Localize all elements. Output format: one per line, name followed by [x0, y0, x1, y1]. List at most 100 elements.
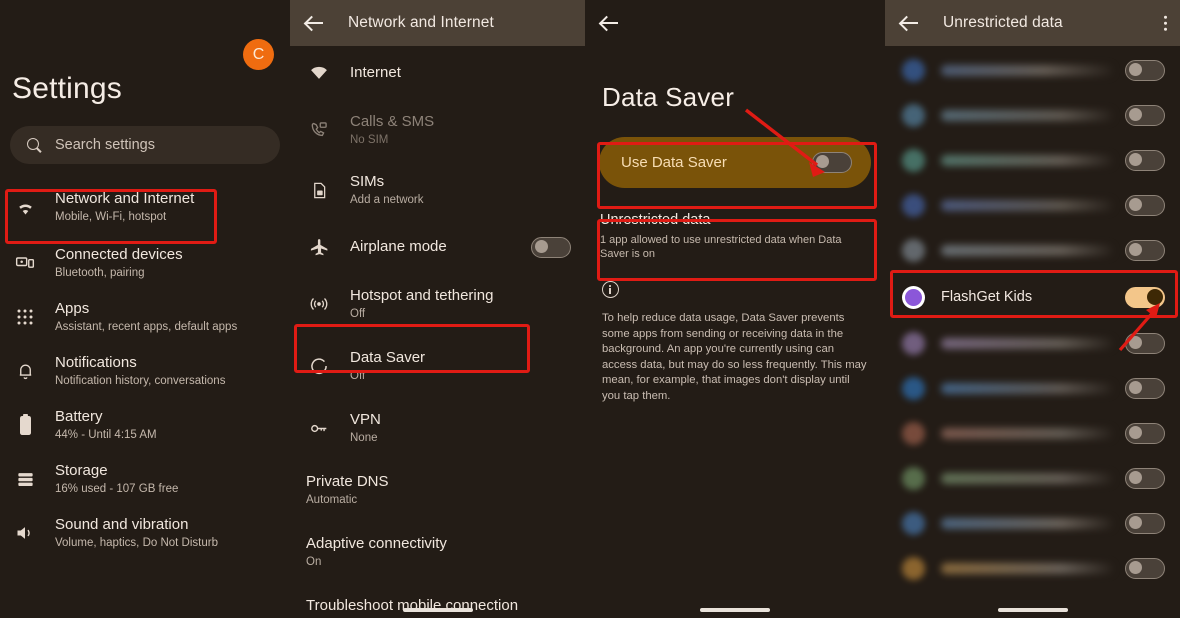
network-item-sims[interactable]: SIMs Add a network	[290, 160, 585, 220]
sidebar-item-sub: Volume, haptics, Do Not Disturb	[55, 537, 218, 549]
search-icon	[27, 137, 42, 153]
app-toggle[interactable]	[1125, 150, 1165, 171]
sidebar-item-notifications[interactable]: Notifications Notification history, conv…	[0, 344, 290, 398]
network-item-sub: Off	[350, 370, 366, 382]
avatar[interactable]: C	[243, 39, 274, 70]
app-toggle[interactable]	[1125, 60, 1165, 81]
sidebar-item-label: Storage	[55, 462, 108, 479]
app-icon	[902, 467, 925, 490]
search-placeholder: Search settings	[55, 137, 155, 153]
list-item[interactable]	[885, 456, 1180, 501]
list-item[interactable]	[885, 411, 1180, 456]
list-item[interactable]	[885, 501, 1180, 546]
data-saver-description: To help reduce data usage, Data Saver pr…	[602, 312, 867, 402]
app-toggle[interactable]	[1125, 513, 1165, 534]
data-saver-panel: Data Saver Use Data Saver Unrestricted d…	[585, 0, 885, 618]
list-item[interactable]	[885, 366, 1180, 411]
list-item-flashget-kids[interactable]: FlashGet Kids	[885, 273, 1180, 321]
list-item[interactable]	[885, 93, 1180, 138]
unrestricted-app-list: FlashGet Kids	[885, 46, 1180, 591]
list-item[interactable]	[885, 48, 1180, 93]
unrestricted-data-title: Unrestricted data	[600, 212, 711, 228]
app-name-blurred	[941, 200, 1113, 211]
network-item-troubleshoot-mobile-connection[interactable]: Troubleshoot mobile connection Tips for …	[290, 582, 585, 618]
network-item-vpn[interactable]: VPN None	[290, 398, 585, 458]
network-item-sub: Add a network	[350, 194, 424, 206]
sidebar-item-sub: Assistant, recent apps, default apps	[55, 321, 238, 333]
app-icon	[902, 512, 925, 535]
storage-icon	[13, 470, 37, 489]
bell-icon	[13, 362, 37, 381]
back-arrow-icon[interactable]	[899, 12, 921, 34]
sidebar-item-label: Notifications	[55, 354, 137, 371]
sidebar-item-sub: 44% - Until 4:15 AM	[55, 429, 157, 441]
back-arrow-icon[interactable]	[599, 12, 621, 34]
vpn-key-icon	[307, 418, 331, 439]
network-item-airplane-mode[interactable]: Airplane mode	[290, 220, 585, 274]
app-toggle[interactable]	[1125, 468, 1165, 489]
network-item-internet[interactable]: Internet	[290, 46, 585, 100]
network-item-label: Hotspot and tethering	[350, 287, 494, 304]
app-name-blurred	[941, 428, 1113, 439]
app-toggle[interactable]	[1125, 195, 1165, 216]
devices-icon	[13, 253, 37, 273]
unrestricted-data-panel: Unrestricted data FlashGet Kids	[885, 0, 1180, 618]
unrestricted-data-sub: 1 app allowed to use unrestricted data w…	[600, 234, 842, 260]
settings-list: Network and Internet Mobile, Wi-Fi, hots…	[0, 178, 290, 560]
list-item[interactable]	[885, 546, 1180, 591]
app-toggle[interactable]	[1125, 378, 1165, 399]
sidebar-item-sound-and-vibration[interactable]: Sound and vibration Volume, haptics, Do …	[0, 506, 290, 560]
app-toggle[interactable]	[1125, 333, 1165, 354]
unrestricted-appbar: Unrestricted data	[885, 0, 1180, 46]
app-toggle[interactable]	[1125, 423, 1165, 444]
app-name-blurred	[941, 65, 1113, 76]
app-toggle[interactable]	[1125, 558, 1165, 579]
app-toggle-flashget-kids[interactable]	[1125, 286, 1165, 308]
list-item[interactable]	[885, 321, 1180, 366]
overflow-menu-icon[interactable]	[1163, 13, 1167, 34]
use-data-saver-card[interactable]: Use Data Saver	[599, 137, 871, 188]
info-icon	[602, 281, 619, 298]
back-arrow-icon[interactable]	[304, 12, 326, 34]
list-item[interactable]	[885, 228, 1180, 273]
app-toggle[interactable]	[1125, 240, 1165, 261]
android-settings-screenshot: C Settings Search settings Network and I…	[0, 0, 1180, 618]
sidebar-item-battery[interactable]: Battery 44% - Until 4:15 AM	[0, 398, 290, 452]
app-toggle[interactable]	[1125, 105, 1165, 126]
appbar-title: Network and Internet	[348, 14, 494, 31]
sidebar-item-sub: 16% used - 107 GB free	[55, 483, 179, 495]
app-icon	[902, 422, 925, 445]
network-item-private-dns[interactable]: Private DNS Automatic	[290, 458, 585, 520]
app-name-blurred	[941, 110, 1113, 121]
list-item[interactable]	[885, 183, 1180, 228]
network-appbar: Network and Internet	[290, 0, 585, 46]
sidebar-item-storage[interactable]: Storage 16% used - 107 GB free	[0, 452, 290, 506]
home-indicator	[700, 608, 770, 612]
hotspot-icon	[307, 294, 331, 314]
network-item-label: Adaptive connectivity	[306, 535, 447, 552]
use-data-saver-toggle[interactable]	[812, 152, 852, 173]
apps-grid-icon	[13, 308, 37, 326]
network-item-label: Troubleshoot mobile connection	[306, 597, 519, 614]
home-indicator	[997, 608, 1068, 612]
network-item-adaptive-connectivity[interactable]: Adaptive connectivity On	[290, 520, 585, 582]
sidebar-item-network-and-internet[interactable]: Network and Internet Mobile, Wi-Fi, hots…	[0, 178, 290, 236]
network-and-internet-panel: Network and Internet Internet Calls & SM…	[290, 0, 585, 618]
app-icon	[902, 194, 925, 217]
unrestricted-data-item[interactable]: Unrestricted data 1 app allowed to use u…	[600, 211, 870, 261]
sidebar-item-apps[interactable]: Apps Assistant, recent apps, default app…	[0, 290, 290, 344]
list-item[interactable]	[885, 138, 1180, 183]
network-item-calls-and-sms[interactable]: Calls & SMS No SIM	[290, 100, 585, 160]
data-saver-icon	[307, 356, 331, 376]
battery-icon	[13, 414, 37, 436]
sidebar-item-connected-devices[interactable]: Connected devices Bluetooth, pairing	[0, 236, 290, 290]
network-item-label: SIMs	[350, 173, 385, 190]
sidebar-item-sub: Notification history, conversations	[55, 375, 226, 387]
network-item-data-saver[interactable]: Data Saver Off	[290, 334, 585, 398]
network-item-sub: No SIM	[350, 134, 389, 146]
search-input[interactable]: Search settings	[10, 126, 280, 164]
sidebar-item-label: Network and Internet	[55, 190, 195, 207]
airplane-mode-toggle[interactable]	[531, 236, 571, 258]
data-saver-appbar	[585, 0, 885, 46]
network-item-hotspot-and-tethering[interactable]: Hotspot and tethering Off	[290, 274, 585, 334]
